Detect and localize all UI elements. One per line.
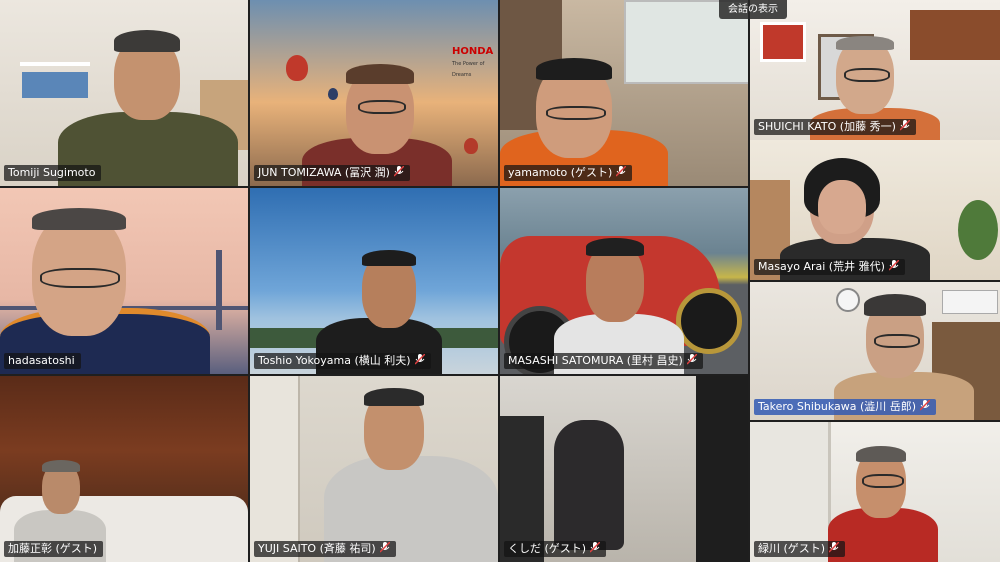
participant-hair — [32, 208, 126, 230]
mic-muted-icon — [920, 400, 931, 411]
glasses — [40, 268, 120, 288]
participant-hair — [864, 294, 926, 316]
mic-muted-icon — [590, 542, 601, 553]
participant-hair — [836, 36, 894, 50]
video-tile-tomiji-sugimoto[interactable]: Tomiji Sugimoto — [0, 0, 248, 186]
participant-name-label: Tomiji Sugimoto — [4, 165, 102, 181]
video-tile-shuichi-kato[interactable]: SHUICHI KATO (加藤 秀一) — [750, 0, 1000, 140]
video-tile-yamamoto[interactable]: yamamoto (ゲスト) — [500, 0, 748, 186]
participant-name-label: yamamoto (ゲスト) — [504, 165, 633, 181]
participant-name-label: hadasatoshi — [4, 353, 81, 369]
wall-shelf — [20, 62, 90, 66]
mic-muted-icon — [888, 260, 899, 271]
motorcycle-wheel — [676, 288, 742, 354]
video-tile-kato-masaaki[interactable]: 加藤正彰 (ゲスト) — [0, 376, 248, 562]
bridge-tower — [216, 250, 222, 330]
door — [250, 376, 300, 562]
balloon-icon — [286, 55, 308, 81]
show-conversation-button[interactable]: 会話の表示 — [719, 0, 787, 19]
participant-hair — [586, 238, 644, 256]
participant-name-label: Takero Shibukawa (澁川 岳郎) — [754, 399, 937, 415]
participant-hair — [856, 446, 906, 462]
participant-face — [818, 180, 866, 234]
video-tile-masayo-arai[interactable]: Masayo Arai (荒井 雅代) — [750, 140, 1000, 280]
wall-picture — [760, 22, 806, 62]
bookshelf — [696, 376, 748, 562]
glasses — [844, 68, 890, 82]
glasses — [358, 100, 406, 114]
participant-name-label: SHUICHI KATO (加藤 秀一) — [754, 119, 916, 135]
video-tile-yuji-saito[interactable]: YUJI SAITO (斉藤 祐司) — [250, 376, 498, 562]
mic-muted-icon — [829, 542, 840, 553]
participant-hair — [364, 388, 424, 406]
mic-muted-icon — [686, 354, 697, 365]
participant-name-label: くしだ (ゲスト) — [504, 541, 607, 557]
participant-name-label: Masayo Arai (荒井 雅代) — [754, 259, 905, 275]
glasses — [874, 334, 920, 348]
glasses — [546, 106, 606, 120]
houseplant — [958, 200, 998, 260]
participant-hair — [114, 30, 180, 52]
video-tile-toshio-yokoyama[interactable]: Toshio Yokoyama (横山 利夫) — [250, 188, 498, 374]
shelf-items — [22, 72, 88, 98]
participant-name-label: YUJI SAITO (斉藤 祐司) — [254, 541, 396, 557]
video-tile-kushida[interactable]: くしだ (ゲスト) — [500, 376, 748, 562]
participant-hair — [346, 64, 414, 84]
mic-muted-icon — [393, 166, 404, 177]
participant-name-label: MASASHI SATOMURA (里村 昌史) — [504, 353, 703, 369]
mic-muted-icon — [379, 542, 390, 553]
participant-name-label: Toshio Yokoyama (横山 利夫) — [254, 353, 431, 369]
video-tile-masashi-satomura[interactable]: MASASHI SATOMURA (里村 昌史) — [500, 188, 748, 374]
mic-muted-icon — [899, 120, 910, 131]
video-tile-takero-shibukawa[interactable]: Takero Shibukawa (澁川 岳郎) — [750, 282, 1000, 420]
mic-muted-icon — [616, 166, 627, 177]
curtain-window — [910, 10, 1000, 60]
brand-sign: HONDA The Power of Dreams — [452, 46, 494, 78]
participant-hair — [362, 250, 416, 266]
video-tile-hadasatoshi[interactable]: hadasatoshi — [0, 188, 248, 374]
balloon-icon — [464, 138, 478, 154]
balloon-icon — [328, 88, 338, 100]
participant-name-label: JUN TOMIZAWA (冨沢 潤) — [254, 165, 410, 181]
participant-hair — [42, 460, 80, 472]
mic-muted-icon — [414, 354, 425, 365]
video-grid: Tomiji Sugimoto HONDA The Power of Dreams… — [0, 0, 1000, 562]
glasses — [862, 474, 904, 488]
participant-hair — [536, 58, 612, 80]
video-tile-jun-tomizawa[interactable]: HONDA The Power of Dreams JUN TOMIZAWA (冨… — [250, 0, 498, 186]
participant-name-label: 加藤正彰 (ゲスト) — [4, 541, 104, 557]
office-chair — [554, 420, 624, 550]
air-conditioner — [942, 290, 998, 314]
video-tile-midorikawa[interactable]: 緑川 (ゲスト) — [750, 422, 1000, 562]
participant-name-label: 緑川 (ゲスト) — [754, 541, 846, 557]
wall-clock — [836, 288, 860, 312]
